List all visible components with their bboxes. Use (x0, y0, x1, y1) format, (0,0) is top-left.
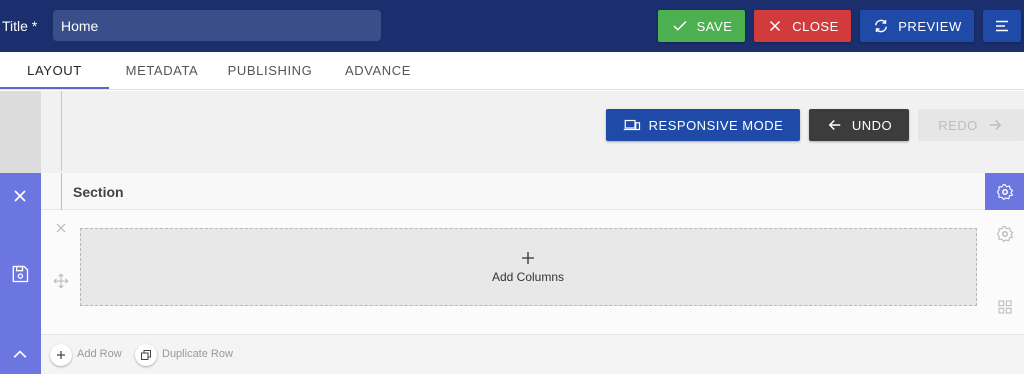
devices-icon (623, 119, 640, 131)
menu-icon (996, 20, 1008, 32)
remove-section-icon[interactable] (10, 186, 30, 206)
left-gutter (0, 91, 41, 173)
add-columns-dropzone[interactable] (80, 228, 977, 306)
title-input[interactable] (53, 10, 381, 41)
row-settings-icon[interactable] (996, 225, 1014, 243)
close-label: CLOSE (792, 18, 839, 34)
add-columns-label: Add Columns (491, 270, 565, 284)
move-icon[interactable] (52, 272, 70, 290)
preview-button[interactable]: PREVIEW (860, 10, 974, 42)
remove-row-icon[interactable] (54, 221, 68, 235)
plus-icon (57, 351, 65, 359)
menu-button[interactable] (983, 10, 1021, 42)
tab-publishing[interactable]: PUBLISHING (219, 52, 321, 90)
duplicate-row-button[interactable] (135, 344, 157, 366)
add-row-button[interactable] (50, 344, 72, 366)
close-icon (770, 20, 781, 32)
undo-label: UNDO (851, 117, 893, 133)
preview-label: PREVIEW (898, 18, 962, 34)
responsive-mode-label: RESPONSIVE MODE (648, 117, 784, 133)
save-label: SAVE (696, 18, 733, 34)
close-button[interactable]: CLOSE (754, 10, 851, 42)
arrow-right-icon (989, 119, 1002, 131)
responsive-mode-button[interactable]: RESPONSIVE MODE (606, 109, 800, 141)
title-label: Title * (2, 18, 38, 34)
active-tab-indicator (0, 87, 109, 89)
arrow-left-icon (828, 119, 841, 131)
chevron-up-icon[interactable] (10, 344, 30, 364)
section-header: Section (41, 173, 985, 210)
guide-line (61, 91, 62, 171)
section-divider (61, 173, 62, 210)
tab-bar: LAYOUT METADATA PUBLISHING ADVANCE (0, 52, 1024, 90)
plus-icon (522, 252, 534, 264)
gear-icon (996, 183, 1013, 200)
copy-icon (141, 350, 151, 360)
save-icon[interactable] (10, 264, 30, 284)
section-title: Section (73, 184, 124, 200)
save-button[interactable]: SAVE (658, 10, 745, 42)
tab-layout[interactable]: LAYOUT (0, 52, 109, 90)
check-icon (673, 20, 687, 31)
section-settings-button[interactable] (985, 173, 1024, 210)
redo-button[interactable]: REDO (918, 109, 1024, 141)
redo-label: REDO (938, 117, 978, 133)
duplicate-row-label[interactable]: Duplicate Row (162, 348, 233, 360)
grid-icon[interactable] (997, 299, 1013, 315)
add-row-label[interactable]: Add Row (77, 348, 122, 360)
tab-metadata[interactable]: METADATA (114, 52, 210, 90)
undo-button[interactable]: UNDO (809, 109, 909, 141)
refresh-icon (875, 19, 888, 33)
tab-advance[interactable]: ADVANCE (333, 52, 423, 90)
